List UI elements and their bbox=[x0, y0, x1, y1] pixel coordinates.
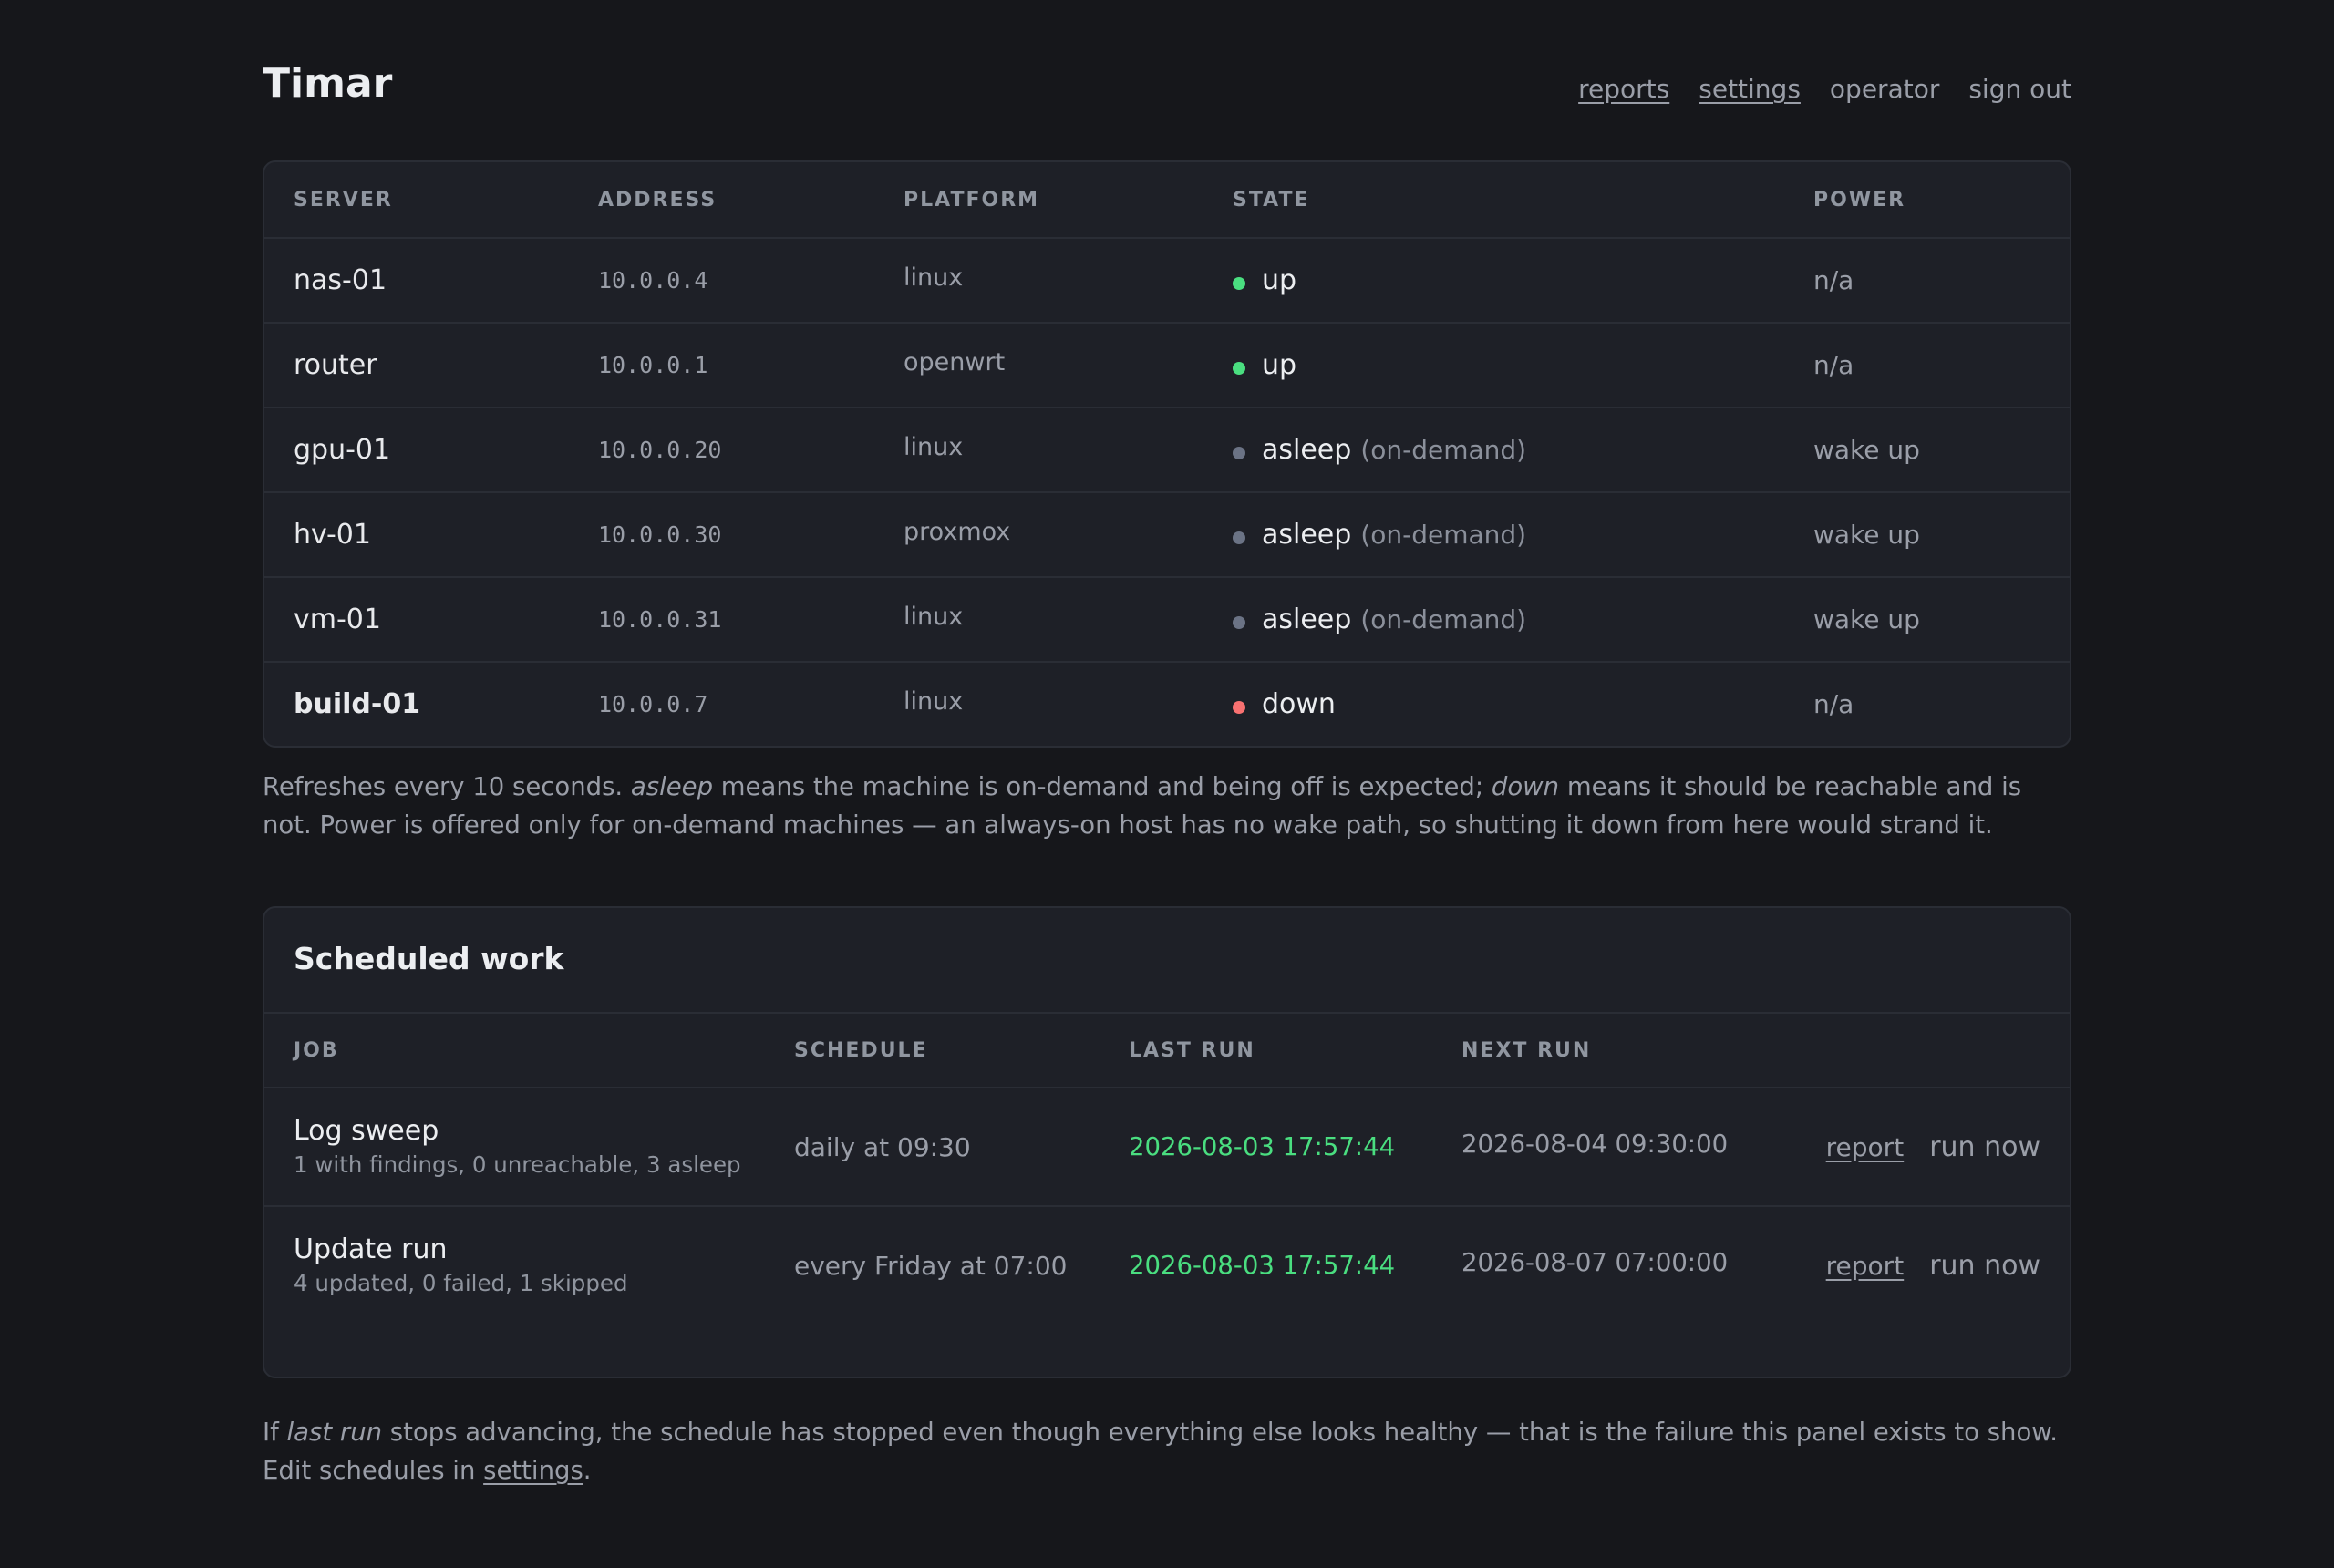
nav-settings-link[interactable]: settings bbox=[1699, 71, 1801, 108]
server-state: asleep bbox=[1262, 434, 1352, 466]
server-platform: linux bbox=[904, 687, 964, 716]
server-name: build-01 bbox=[294, 688, 421, 720]
server-row: hv-01 10.0.0.30 proxmox asleep (on-demand) wa… bbox=[264, 492, 2070, 578]
job-report-link[interactable]: report bbox=[1826, 1251, 1905, 1281]
server-name: nas-01 bbox=[294, 264, 387, 296]
servers-note-text: Refreshes every 10 seconds. bbox=[263, 772, 631, 801]
server-state: asleep bbox=[1262, 603, 1352, 635]
power-na: n/a bbox=[1813, 265, 1854, 295]
top-bar: Timar reports settings operator sign out bbox=[263, 0, 2071, 160]
servers-note-text: means the machine is on-demand and being… bbox=[713, 772, 1492, 801]
job-last-run: 2026-08-03 17:57:44 bbox=[1129, 1132, 1396, 1161]
servers-table: SERVER ADDRESS PLATFORM STATE POWER nas-… bbox=[264, 162, 2070, 746]
col-header-actions bbox=[1790, 1014, 2070, 1088]
server-row: build-01 10.0.0.7 linux down n/a bbox=[264, 662, 2070, 746]
server-platform: linux bbox=[904, 433, 964, 461]
servers-note-down: down bbox=[1491, 772, 1560, 801]
server-state-note: (on-demand) bbox=[1360, 604, 1527, 634]
server-state-note: (on-demand) bbox=[1360, 520, 1527, 550]
scheduled-work-title: Scheduled work bbox=[264, 908, 2070, 1014]
page: Timar reports settings operator sign out… bbox=[263, 0, 2071, 1490]
wake-up-button[interactable]: wake up bbox=[1813, 435, 1920, 465]
col-header-server: SERVER bbox=[264, 162, 598, 239]
run-now-button[interactable]: run now bbox=[1929, 1131, 2040, 1163]
job-summary: 4 updated, 0 failed, 1 skipped bbox=[294, 1270, 628, 1296]
server-state-note: (on-demand) bbox=[1360, 435, 1527, 465]
job-next-run: 2026-08-04 09:30:00 bbox=[1461, 1130, 1729, 1159]
server-address: 10.0.0.1 bbox=[598, 352, 708, 378]
nav-reports-link[interactable]: reports bbox=[1578, 71, 1669, 108]
app-title: Timar bbox=[263, 60, 393, 107]
sign-out-button[interactable]: sign out bbox=[1968, 71, 2071, 108]
col-header-last-run: LAST RUN bbox=[1129, 1014, 1461, 1088]
server-name: vm-01 bbox=[294, 603, 381, 635]
footer-note: If last run stops advancing, the schedul… bbox=[263, 1413, 2071, 1490]
scheduled-body: Log sweep 1 with findings, 0 unreachable,… bbox=[264, 1088, 2070, 1324]
col-header-state: STATE bbox=[1233, 162, 1813, 239]
status-dot-icon bbox=[1233, 531, 1245, 544]
server-platform: linux bbox=[904, 603, 964, 631]
job-last-run: 2026-08-03 17:57:44 bbox=[1129, 1251, 1396, 1280]
col-header-address: ADDRESS bbox=[598, 162, 904, 239]
scheduled-work-panel: Scheduled work JOB SCHEDULE LAST RUN NEX… bbox=[263, 906, 2071, 1378]
job-schedule: daily at 09:30 bbox=[794, 1131, 971, 1162]
panel-padding bbox=[264, 1324, 2070, 1377]
top-nav: reports settings operator sign out bbox=[1578, 71, 2071, 108]
col-header-next-run: NEXT RUN bbox=[1461, 1014, 1790, 1088]
scheduled-table: JOB SCHEDULE LAST RUN NEXT RUN Log sweep… bbox=[264, 1014, 2070, 1324]
status-dot-icon bbox=[1233, 700, 1245, 714]
current-user: operator bbox=[1829, 74, 1940, 104]
job-schedule: every Friday at 07:00 bbox=[794, 1250, 1068, 1281]
power-na: n/a bbox=[1813, 350, 1854, 380]
server-address: 10.0.0.4 bbox=[598, 267, 708, 294]
job-name: Log sweep bbox=[294, 1115, 439, 1147]
status-dot-icon bbox=[1233, 615, 1245, 629]
servers-body: nas-01 10.0.0.4 linux up n/a router 10.0.0.1 op… bbox=[264, 238, 2070, 746]
footer-settings-link[interactable]: settings bbox=[483, 1456, 584, 1485]
servers-header-row: SERVER ADDRESS PLATFORM STATE POWER bbox=[264, 162, 2070, 239]
server-row: gpu-01 10.0.0.20 linux asleep (on-demand) wak… bbox=[264, 407, 2070, 493]
footer-note-text: If bbox=[263, 1418, 287, 1447]
status-dot-icon bbox=[1233, 276, 1245, 290]
server-row: router 10.0.0.1 openwrt up n/a bbox=[264, 323, 2070, 408]
col-header-power: POWER bbox=[1813, 162, 2070, 239]
footer-note-text: . bbox=[583, 1456, 592, 1485]
server-platform: proxmox bbox=[904, 518, 1011, 546]
server-state: up bbox=[1262, 264, 1297, 296]
job-name: Update run bbox=[294, 1233, 448, 1265]
servers-panel: SERVER ADDRESS PLATFORM STATE POWER nas-… bbox=[263, 160, 2071, 748]
status-dot-icon bbox=[1233, 446, 1245, 459]
server-row: vm-01 10.0.0.31 linux asleep (on-demand) wake… bbox=[264, 577, 2070, 663]
status-dot-icon bbox=[1233, 361, 1245, 375]
server-state: up bbox=[1262, 349, 1297, 381]
wake-up-button[interactable]: wake up bbox=[1813, 604, 1920, 634]
servers-note-asleep: asleep bbox=[630, 772, 714, 801]
servers-note: Refreshes every 10 seconds. asleep means… bbox=[263, 768, 2071, 844]
job-report-link[interactable]: report bbox=[1826, 1132, 1905, 1162]
server-platform: linux bbox=[904, 263, 964, 292]
job-summary: 1 with findings, 0 unreachable, 3 asleep bbox=[294, 1151, 741, 1178]
server-platform: openwrt bbox=[904, 348, 1006, 377]
job-row: Log sweep 1 with findings, 0 unreachable,… bbox=[264, 1088, 2070, 1207]
wake-up-button[interactable]: wake up bbox=[1813, 520, 1920, 550]
server-address: 10.0.0.30 bbox=[598, 521, 722, 548]
server-name: router bbox=[294, 349, 377, 381]
server-address: 10.0.0.7 bbox=[598, 691, 708, 717]
server-name: gpu-01 bbox=[294, 434, 391, 466]
scheduled-header-row: JOB SCHEDULE LAST RUN NEXT RUN bbox=[264, 1014, 2070, 1088]
col-header-platform: PLATFORM bbox=[904, 162, 1233, 239]
col-header-job: JOB bbox=[264, 1014, 794, 1088]
run-now-button[interactable]: run now bbox=[1929, 1250, 2040, 1282]
job-next-run: 2026-08-07 07:00:00 bbox=[1461, 1248, 1729, 1277]
server-state: down bbox=[1262, 688, 1336, 720]
server-row: nas-01 10.0.0.4 linux up n/a bbox=[264, 238, 2070, 324]
server-address: 10.0.0.31 bbox=[598, 606, 722, 633]
footer-note-last-run: last run bbox=[286, 1418, 383, 1447]
server-name: hv-01 bbox=[294, 519, 371, 551]
server-address: 10.0.0.20 bbox=[598, 437, 722, 463]
power-na: n/a bbox=[1813, 689, 1854, 719]
job-row: Update run 4 updated, 0 failed, 1 skipped… bbox=[264, 1206, 2070, 1324]
server-state: asleep bbox=[1262, 519, 1352, 551]
col-header-schedule: SCHEDULE bbox=[794, 1014, 1129, 1088]
